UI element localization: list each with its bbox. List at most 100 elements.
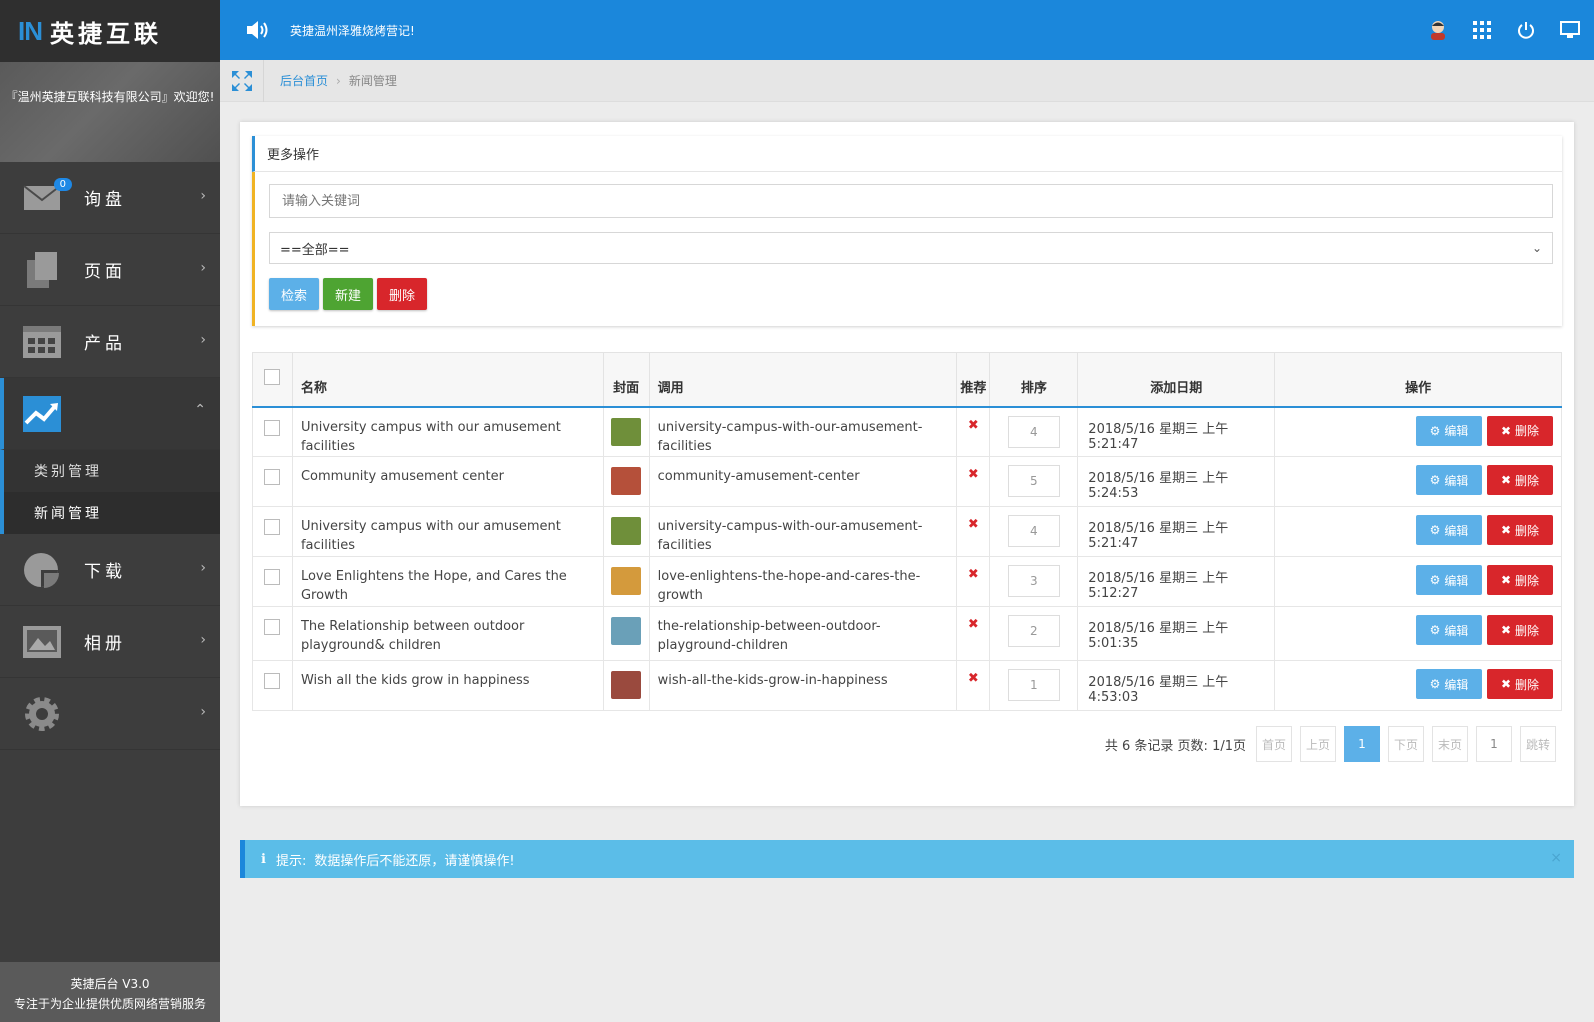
- current-page-button[interactable]: 1: [1344, 726, 1380, 762]
- order-input[interactable]: 5: [1007, 465, 1060, 497]
- row-cover-cell: [602, 606, 650, 661]
- search-input[interactable]: [269, 184, 1553, 218]
- not-recommended-icon[interactable]: ✖: [968, 567, 979, 582]
- row-name-cell: The Relationship between outdoor playgro…: [291, 606, 604, 661]
- gear-icon: ⚙: [1429, 573, 1441, 587]
- close-icon[interactable]: ×: [1550, 850, 1562, 866]
- row-checkbox[interactable]: [264, 619, 281, 635]
- sidebar-item-settings[interactable]: ›: [0, 678, 220, 750]
- sidebar-item-news[interactable]: ⌃: [0, 378, 220, 450]
- sidebar-item-inquiry[interactable]: 0 询盘 ›: [0, 162, 220, 234]
- category-select[interactable]: ==全部== ⌄: [269, 232, 1553, 264]
- delete-selected-button[interactable]: 删除: [377, 278, 428, 310]
- delete-button[interactable]: ✖ 删除: [1487, 465, 1553, 495]
- not-recommended-icon[interactable]: ✖: [968, 617, 979, 632]
- not-recommended-icon[interactable]: ✖: [968, 467, 979, 482]
- close-icon: ✖: [1500, 623, 1512, 637]
- row-checkbox[interactable]: [264, 673, 281, 689]
- select-all-checkbox[interactable]: [264, 369, 281, 386]
- row-recommend-cell: ✖: [956, 406, 991, 457]
- header-name[interactable]: 名称: [291, 352, 604, 408]
- edit-button[interactable]: ⚙ 编辑: [1416, 515, 1482, 545]
- cover-thumbnail[interactable]: [611, 467, 642, 495]
- edit-button[interactable]: ⚙ 编辑: [1416, 669, 1482, 699]
- prev-page-button[interactable]: 上页: [1300, 726, 1336, 762]
- row-actions-cell: ⚙ 编辑 ✖ 删除: [1274, 556, 1562, 607]
- download-icon: [22, 550, 62, 590]
- row-call-cell: the-relationship-between-outdoor-playgro…: [648, 606, 958, 661]
- delete-button[interactable]: ✖ 删除: [1487, 615, 1553, 645]
- sidebar-subitem-categories[interactable]: 类别管理: [0, 450, 220, 492]
- not-recommended-icon[interactable]: ✖: [968, 418, 979, 433]
- delete-button[interactable]: ✖ 删除: [1487, 565, 1553, 595]
- cover-thumbnail[interactable]: [611, 567, 642, 595]
- monitor-icon[interactable]: [1558, 18, 1582, 42]
- row-name[interactable]: The Relationship between outdoor playgro…: [301, 619, 524, 653]
- edit-button[interactable]: ⚙ 编辑: [1416, 465, 1482, 495]
- album-icon: [22, 622, 62, 662]
- row-checkbox[interactable]: [264, 419, 281, 436]
- power-icon[interactable]: [1514, 18, 1538, 42]
- logo[interactable]: IN 英捷互联: [0, 0, 220, 62]
- next-page-button[interactable]: 下页: [1388, 726, 1424, 762]
- row-date: 2018/5/16 星期三 上午 5:21:47: [1088, 421, 1229, 452]
- row-call-cell: university-campus-with-our-amusement-fac…: [648, 506, 958, 557]
- logo-mark: IN: [18, 15, 43, 46]
- row-name[interactable]: Love Enlightens the Hope, and Cares the …: [301, 569, 567, 603]
- delete-button[interactable]: ✖ 删除: [1487, 515, 1553, 545]
- row-checkbox[interactable]: [264, 519, 281, 535]
- not-recommended-icon[interactable]: ✖: [968, 671, 979, 686]
- row-name[interactable]: University campus with our amusement fac…: [301, 420, 561, 454]
- header-date[interactable]: 添加日期: [1077, 352, 1276, 408]
- row-date-cell: 2018/5/16 星期三 上午 4:53:03: [1077, 660, 1276, 711]
- order-input[interactable]: 4: [1007, 515, 1060, 547]
- row-name[interactable]: Wish all the kids grow in happiness: [301, 673, 530, 688]
- row-checkbox[interactable]: [264, 469, 281, 485]
- jump-button[interactable]: 跳转: [1520, 726, 1556, 762]
- gear-icon: ⚙: [1429, 423, 1441, 438]
- product-icon: [22, 322, 62, 362]
- row-name-cell: University campus with our amusement fac…: [291, 406, 604, 457]
- cover-thumbnail[interactable]: [611, 671, 642, 699]
- row-name[interactable]: Community amusement center: [301, 469, 504, 484]
- new-button[interactable]: 新建: [323, 278, 374, 310]
- cover-thumbnail[interactable]: [611, 417, 642, 446]
- order-input[interactable]: 4: [1007, 415, 1060, 448]
- jump-page-input[interactable]: 1: [1476, 726, 1512, 762]
- first-page-button[interactable]: 首页: [1256, 726, 1292, 762]
- sidebar-item-downloads[interactable]: 下载 ›: [0, 534, 220, 606]
- edit-button[interactable]: ⚙ 编辑: [1416, 615, 1482, 645]
- sidebar-item-products[interactable]: 产品 ›: [0, 306, 220, 378]
- row-date: 2018/5/16 星期三 上午 5:21:47: [1088, 521, 1229, 551]
- table-row: Wish all the kids grow in happiness wish…: [252, 660, 1562, 711]
- grid-icon[interactable]: [1470, 18, 1494, 42]
- edit-button[interactable]: ⚙ 编辑: [1416, 565, 1482, 595]
- order-input[interactable]: 2: [1007, 615, 1060, 647]
- cover-thumbnail[interactable]: [611, 617, 642, 645]
- chevron-down-icon: ⌄: [1531, 241, 1542, 255]
- edit-button[interactable]: ⚙ 编辑: [1416, 415, 1482, 446]
- user-avatar-icon[interactable]: [1426, 18, 1450, 42]
- logo-text: 英捷互联: [50, 19, 162, 48]
- row-call-cell: wish-all-the-kids-grow-in-happiness: [648, 660, 958, 711]
- close-icon: ✖: [1500, 573, 1512, 587]
- sidebar-item-album[interactable]: 相册 ›: [0, 606, 220, 678]
- delete-button[interactable]: ✖ 删除: [1487, 669, 1553, 699]
- order-input[interactable]: 1: [1007, 669, 1060, 701]
- row-checkbox[interactable]: [264, 569, 281, 585]
- speaker-icon: [244, 17, 270, 43]
- last-page-button[interactable]: 末页: [1432, 726, 1468, 762]
- header-order[interactable]: 排序: [989, 352, 1079, 408]
- fullscreen-icon[interactable]: [220, 59, 264, 102]
- sidebar-item-pages[interactable]: 页面 ›: [0, 234, 220, 306]
- cover-thumbnail[interactable]: [611, 517, 642, 545]
- breadcrumb-home-link[interactable]: 后台首页: [280, 72, 328, 89]
- delete-button[interactable]: ✖ 删除: [1487, 415, 1553, 446]
- row-name[interactable]: University campus with our amusement fac…: [301, 519, 561, 553]
- search-button[interactable]: 检索: [269, 278, 320, 310]
- tip-label: 提示:: [275, 853, 307, 869]
- breadcrumb-separator: ›: [336, 73, 341, 88]
- order-input[interactable]: 3: [1007, 565, 1060, 597]
- sidebar-subitem-news[interactable]: 新闻管理: [0, 492, 220, 534]
- not-recommended-icon[interactable]: ✖: [968, 517, 979, 532]
